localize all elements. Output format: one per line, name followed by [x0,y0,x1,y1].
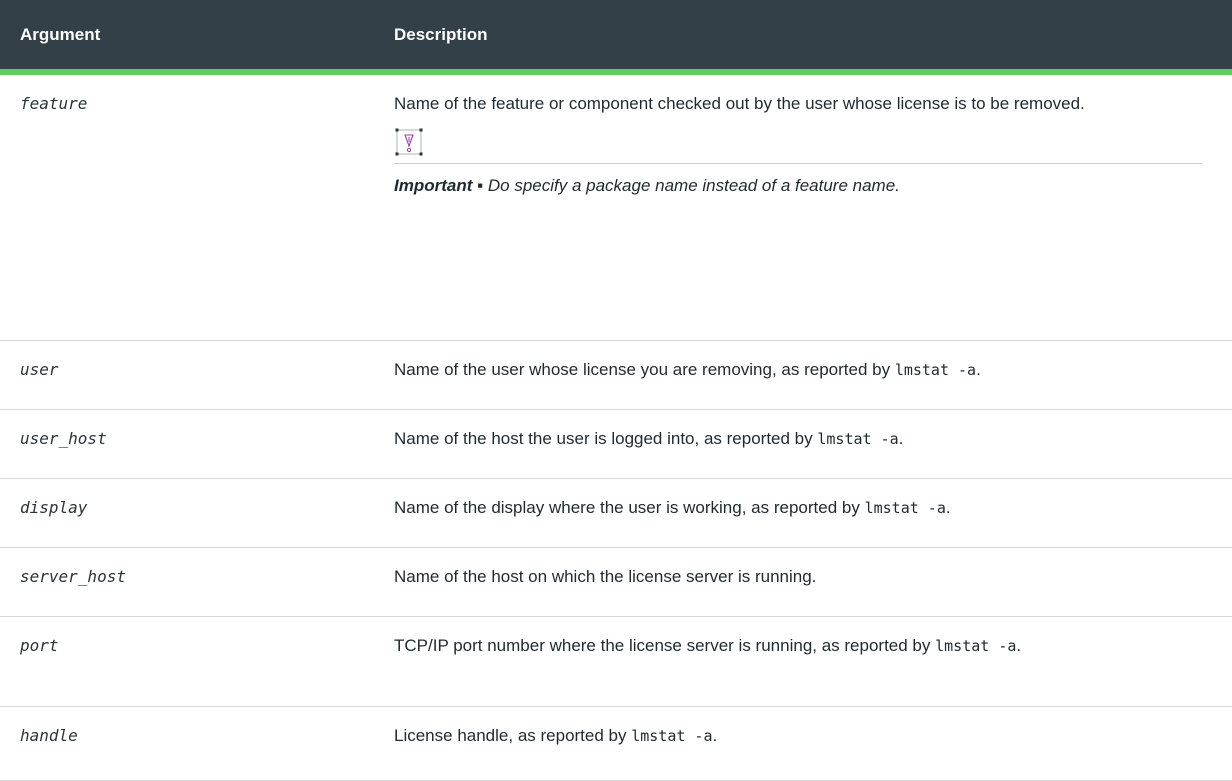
table-header-row: Argument Description [0,0,1232,75]
important-icon [395,128,423,156]
description-cell: Name of the host on which the license se… [382,547,1232,617]
note-label: Important ▪ [394,176,484,195]
code-snippet: lmstat -a [894,361,977,379]
description-text: Name of the user whose license you are r… [394,360,895,379]
description-tail: . [712,726,718,745]
table-row: port TCP/IP port number where the licens… [0,616,1232,707]
description-text: License handle, as reported by [394,726,632,745]
note-text: Important ▪ Do specify a package name in… [394,164,1202,205]
argument-name: user_host [20,429,107,448]
description-tail: . [1016,636,1022,655]
description-cell: Name of the host the user is logged into… [382,409,1232,479]
description-tail: . [976,360,981,379]
description-cell: License handle, as reported by lmstat -a… [382,706,1232,781]
argument-name: port [20,636,59,655]
table-row: user_host Name of the host the user is l… [0,409,1232,479]
table-row: feature Name of the feature or component… [0,72,1232,341]
arguments-table: Argument Description feature Name of the… [0,0,1232,781]
description-text: Name of the display where the user is wo… [394,498,865,517]
argument-cell: handle [0,706,382,781]
argument-name: handle [20,726,78,745]
note-body: Do specify a package name instead of a f… [483,176,900,195]
code-snippet: lmstat -a [817,430,899,448]
argument-cell: port [0,616,382,707]
description-column-header: Description [382,0,1232,75]
important-note: Important ▪ Do specify a package name in… [394,127,1202,205]
table-row: handle License handle, as reported by lm… [0,706,1232,781]
description-cell: Name of the feature or component checked… [382,72,1232,341]
code-snippet: lmstat -a [631,727,713,745]
description-text: Name of the host the user is logged into… [394,429,818,448]
description-cell: TCP/IP port number where the license ser… [382,616,1232,707]
argument-cell: server_host [0,547,382,617]
argument-cell: display [0,478,382,548]
code-snippet: lmstat -a [864,499,946,517]
table-row: user Name of the user whose license you … [0,340,1232,410]
description-cell: Name of the user whose license you are r… [382,340,1232,410]
table-row: server_host Name of the host on which th… [0,547,1232,617]
argument-cell: feature [0,72,382,341]
argument-name: display [20,498,88,517]
description-tail: . [945,498,951,517]
argument-name: server_host [20,567,126,586]
table-row: display Name of the display where the us… [0,478,1232,548]
code-snippet: lmstat -a [935,637,1017,655]
description-text: Name of the feature or component checked… [394,94,1085,113]
description-tail: . [898,429,904,448]
description-text: TCP/IP port number where the license ser… [394,636,936,655]
argument-name: feature [20,94,88,113]
description-text: Name of the host on which the license se… [394,567,817,586]
argument-cell: user [0,340,382,410]
argument-column-header: Argument [0,0,382,75]
argument-name: user [20,360,59,379]
argument-cell: user_host [0,409,382,479]
description-cell: Name of the display where the user is wo… [382,478,1232,548]
